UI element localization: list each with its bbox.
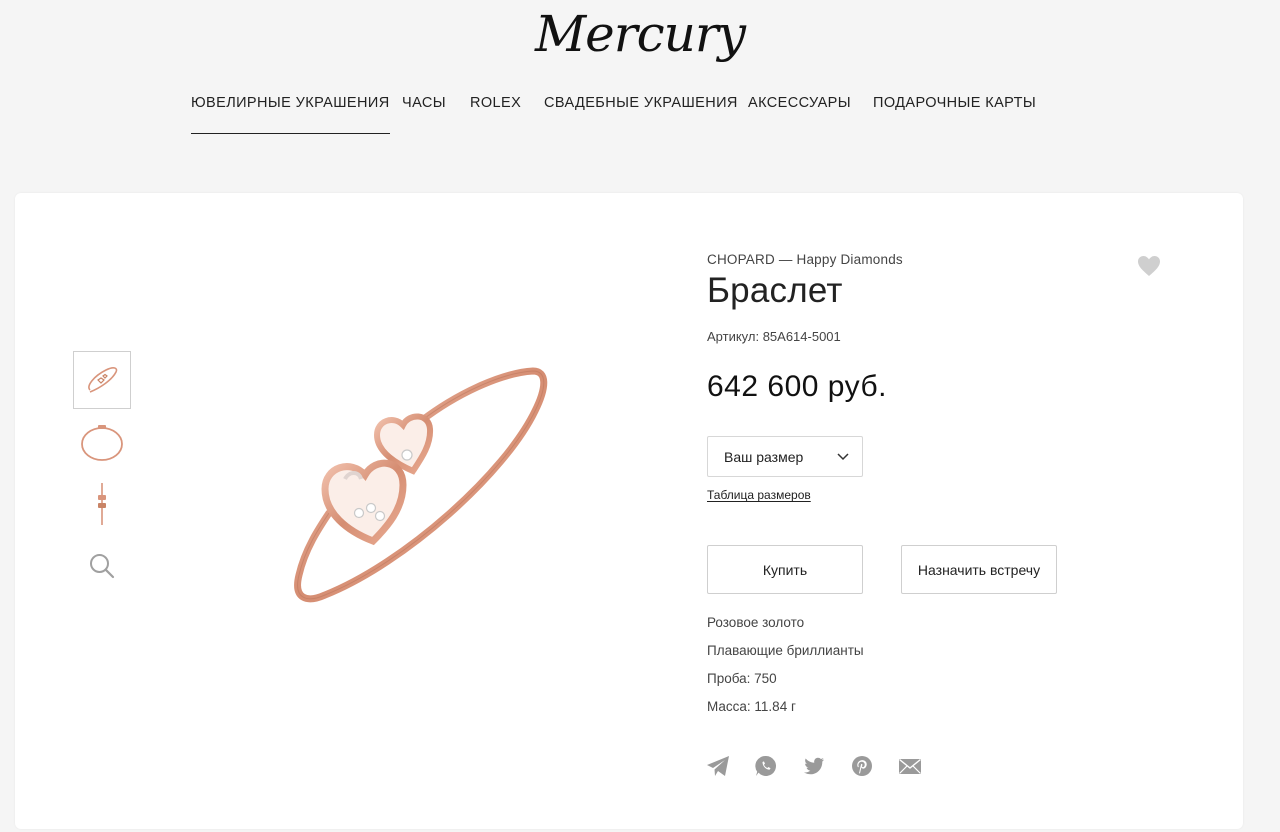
nav-item-rolex[interactable]: ROLEX [470,95,521,111]
twitter-icon[interactable] [801,753,827,779]
bracelet-image [294,367,548,603]
size-table-link[interactable]: Таблица размеров [707,488,811,502]
telegram-icon[interactable] [705,753,731,779]
bracelet-side-thumb-icon [98,483,106,525]
product-card: CHOPARD — Happy Diamonds Браслет Артикул… [15,193,1243,829]
whatsapp-icon[interactable] [753,753,779,779]
spec-weight: Масса: 11.84 г [707,699,796,714]
brand-logo[interactable]: Mercury [0,0,1280,68]
brand-collection[interactable]: CHOPARD — Happy Diamonds [707,252,903,267]
appointment-button[interactable]: Назначить встречу [901,545,1057,594]
zoom-button[interactable] [73,537,131,595]
buy-button[interactable]: Купить [707,545,863,594]
product-info: CHOPARD — Happy Diamonds Браслет Артикул… [707,193,1177,829]
spec-hallmark: Проба: 750 [707,671,777,686]
mail-icon[interactable] [897,753,923,779]
spec-metal: Розовое золото [707,615,805,630]
pinterest-icon[interactable] [849,753,875,779]
nav-item-accessories[interactable]: АКСЕССУАРЫ [748,95,851,111]
product-price: 642 600 руб. [707,370,887,403]
thumbnail-bracelet-top[interactable] [73,413,131,471]
nav-item-watches[interactable]: ЧАСЫ [402,95,446,111]
bracelet-angle-thumb-icon [88,367,118,393]
thumbnail-bracelet-angle[interactable] [73,351,131,409]
search-icon [90,554,115,579]
size-select[interactable]: Ваш размер [707,436,863,477]
size-select-label: Ваш размер [724,448,804,465]
bracelet-top-thumb-icon [81,425,123,461]
main-nav: ЮВЕЛИРНЫЕ УКРАШЕНИЯ ЧАСЫ ROLEX СВАДЕБНЫЕ… [191,95,1280,135]
product-image[interactable] [285,363,565,608]
nav-item-wedding[interactable]: СВАДЕБНЫЕ УКРАШЕНИЯ [544,95,738,111]
spec-stones: Плавающие бриллианты [707,643,864,658]
thumbnail-bracelet-side[interactable] [73,475,131,533]
product-title: Браслет [707,271,843,310]
chevron-down-icon [837,452,849,460]
nav-item-jewelry[interactable]: ЮВЕЛИРНЫЕ УКРАШЕНИЯ [191,95,390,134]
product-sku: Артикул: 85A614-5001 [707,329,841,344]
nav-item-gift-cards[interactable]: ПОДАРОЧНЫЕ КАРТЫ [873,95,1036,111]
